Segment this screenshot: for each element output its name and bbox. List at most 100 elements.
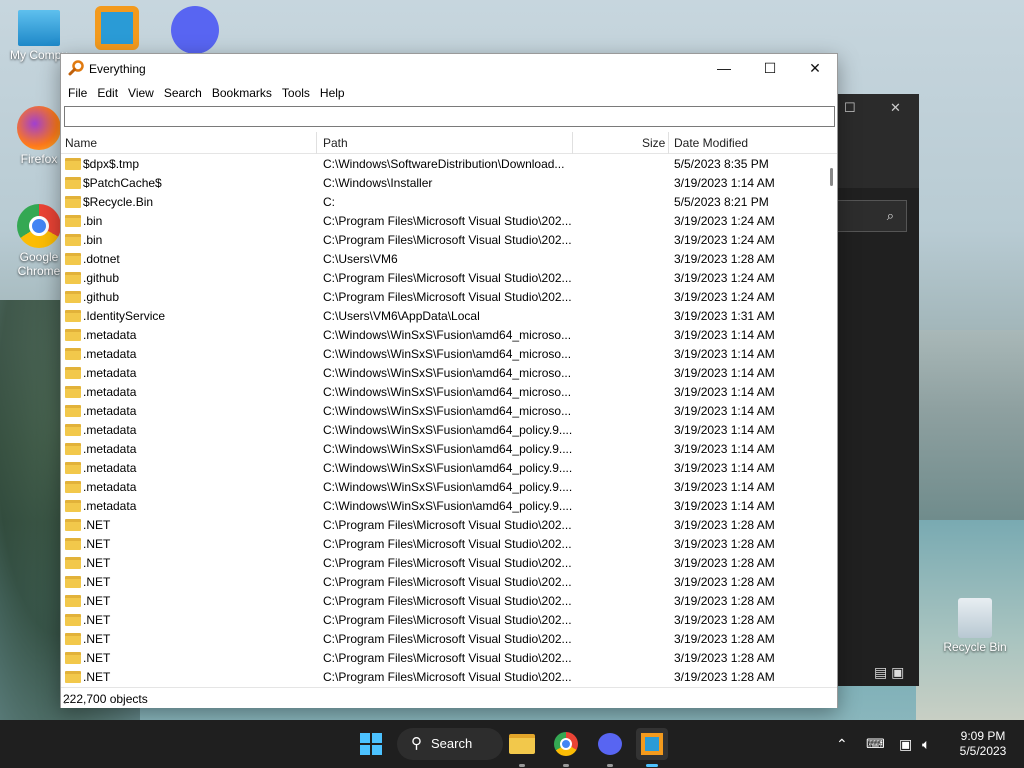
clock[interactable]: 9:09 PM 5/5/2023 (950, 729, 1016, 759)
desktop-icon-discord[interactable] (157, 6, 233, 56)
keyboard-icon[interactable]: ⌨ (866, 720, 885, 768)
row-date-modified: 3/19/2023 1:28 AM (674, 575, 775, 589)
table-row[interactable]: .metadata C:\Windows\WinSxS\Fusion\amd64_… (61, 459, 826, 478)
scrollbar-thumb[interactable] (830, 168, 833, 186)
minimize-button[interactable]: — (701, 54, 747, 83)
row-name: .NET (65, 554, 110, 573)
table-row[interactable]: .NET C:\Program Files\Microsoft Visual St… (61, 649, 826, 668)
folder-icon (65, 386, 81, 398)
taskbar-search-button[interactable]: ⚲ Search (397, 728, 503, 760)
table-row[interactable]: .IdentityService C:\Users\VM6\AppData\Loc… (61, 307, 826, 326)
row-date-modified: 3/19/2023 1:28 AM (674, 556, 775, 570)
vertical-scrollbar[interactable] (826, 154, 837, 687)
title-bar[interactable]: Everything — ☐ ✕ (61, 54, 837, 83)
vmware-taskbar-button[interactable] (636, 728, 668, 760)
row-date-modified: 3/19/2023 1:24 AM (674, 271, 775, 285)
network-icon[interactable]: ▣ (899, 720, 912, 768)
close-icon[interactable]: ✕ (890, 100, 901, 116)
background-window-titlebar: ☐ ✕ (836, 94, 919, 188)
table-row[interactable]: .metadata C:\Windows\WinSxS\Fusion\amd64_… (61, 364, 826, 383)
table-row[interactable]: .NET C:\Program Files\Microsoft Visual St… (61, 516, 826, 535)
table-row[interactable]: .bin C:\Program Files\Microsoft Visual St… (61, 212, 826, 231)
desktop-icon-label: Recycle Bin (943, 640, 1007, 654)
table-row[interactable]: .github C:\Program Files\Microsoft Visual… (61, 288, 826, 307)
table-row[interactable]: .metadata C:\Windows\WinSxS\Fusion\amd64_… (61, 326, 826, 345)
column-divider[interactable] (316, 132, 317, 154)
column-name[interactable]: Name (61, 132, 97, 154)
table-row[interactable]: .NET C:\Program Files\Microsoft Visual St… (61, 630, 826, 649)
row-name: .NET (65, 668, 110, 687)
close-button[interactable]: ✕ (792, 54, 838, 83)
table-row[interactable]: .metadata C:\Windows\WinSxS\Fusion\amd64_… (61, 345, 826, 364)
menu-file[interactable]: File (63, 83, 92, 105)
resize-grip-icon[interactable]: ⋰ (63, 692, 835, 706)
maximize-button[interactable]: ☐ (747, 54, 793, 83)
row-name: $dpx$.tmp (65, 155, 139, 174)
table-row[interactable]: .metadata C:\Windows\WinSxS\Fusion\amd64_… (61, 421, 826, 440)
folder-icon (65, 633, 81, 645)
row-name: $Recycle.Bin (65, 193, 153, 212)
discord-taskbar-button[interactable] (594, 728, 626, 760)
table-row[interactable]: .metadata C:\Windows\WinSxS\Fusion\amd64_… (61, 383, 826, 402)
row-name-text: .NET (83, 518, 111, 532)
maximize-icon[interactable]: ☐ (844, 100, 856, 116)
desktop-icon-recycle-bin[interactable]: Recycle Bin (937, 598, 1013, 654)
menu-bookmarks[interactable]: Bookmarks (207, 83, 277, 105)
view-toggle-icons[interactable]: ▤ ▣ (874, 664, 904, 681)
row-name: .metadata (65, 345, 136, 364)
search-icon: ⌕ (886, 208, 894, 223)
menu-view[interactable]: View (123, 83, 159, 105)
table-row[interactable]: .NET C:\Program Files\Microsoft Visual St… (61, 535, 826, 554)
menu-search[interactable]: Search (159, 83, 207, 105)
background-window[interactable]: ☐ ✕ ⌕ ▤ ▣ (836, 94, 919, 686)
column-date-modified[interactable]: Date Modified (670, 132, 748, 154)
folder-icon (65, 481, 81, 493)
row-date-modified: 3/19/2023 1:31 AM (674, 309, 775, 323)
table-row[interactable]: .dotnet C:\Users\VM6 3/19/2023 1:28 AM (61, 250, 826, 269)
status-bar: 222,700 objects ⋰ (61, 687, 837, 708)
row-date-modified: 3/19/2023 1:14 AM (674, 328, 775, 342)
results-list[interactable]: Name Path Size Date Modified $dpx$.tmp C:… (61, 132, 837, 687)
row-date-modified: 3/19/2023 1:14 AM (674, 499, 775, 513)
table-row[interactable]: .bin C:\Program Files\Microsoft Visual St… (61, 231, 826, 250)
table-row[interactable]: .NET C:\Program Files\Microsoft Visual St… (61, 592, 826, 611)
row-date-modified: 3/19/2023 1:24 AM (674, 214, 775, 228)
row-path: C:\Windows\Installer (323, 176, 433, 190)
volume-icon[interactable]: 🔈︎ (922, 720, 930, 768)
row-name: .NET (65, 649, 110, 668)
table-row[interactable]: $Recycle.Bin C: 5/5/2023 8:21 PM (61, 193, 826, 212)
row-name-text: .NET (83, 613, 111, 627)
vmware-icon (641, 733, 663, 755)
desktop-icon-vmware[interactable] (79, 6, 155, 52)
menu-edit[interactable]: Edit (92, 83, 123, 105)
folder-icon (65, 234, 81, 246)
table-row[interactable]: .metadata C:\Windows\WinSxS\Fusion\amd64_… (61, 497, 826, 516)
row-path: C:\Program Files\Microsoft Visual Studio… (323, 271, 572, 285)
table-row[interactable]: .NET C:\Program Files\Microsoft Visual St… (61, 573, 826, 592)
menu-help[interactable]: Help (315, 83, 350, 105)
column-path[interactable]: Path (319, 132, 348, 154)
column-size[interactable]: Size (638, 132, 665, 154)
column-divider[interactable] (668, 132, 669, 154)
table-row[interactable]: .NET C:\Program Files\Microsoft Visual St… (61, 554, 826, 573)
table-row[interactable]: .NET C:\Program Files\Microsoft Visual St… (61, 611, 826, 630)
table-row[interactable]: .github C:\Program Files\Microsoft Visual… (61, 269, 826, 288)
search-input[interactable] (64, 106, 835, 127)
table-row[interactable]: $PatchCache$ C:\Windows\Installer 3/19/202… (61, 174, 826, 193)
menu-bar: File Edit View Search Bookmarks Tools He… (61, 83, 837, 105)
chrome-taskbar-button[interactable] (550, 728, 582, 760)
column-divider[interactable] (572, 132, 573, 154)
table-row[interactable]: .NET C:\Program Files\Microsoft Visual St… (61, 668, 826, 687)
table-row[interactable]: $dpx$.tmp C:\Windows\SoftwareDistribution… (61, 155, 826, 174)
menu-tools[interactable]: Tools (277, 83, 315, 105)
monitor-icon (18, 10, 60, 46)
table-row[interactable]: .metadata C:\Windows\WinSxS\Fusion\amd64_… (61, 402, 826, 421)
table-row[interactable]: .metadata C:\Windows\WinSxS\Fusion\amd64_… (61, 478, 826, 497)
row-date-modified: 3/19/2023 1:24 AM (674, 290, 775, 304)
background-search-box[interactable]: ⌕ (836, 200, 907, 232)
chevron-up-icon[interactable]: ⌃ (836, 720, 848, 768)
table-row[interactable]: .metadata C:\Windows\WinSxS\Fusion\amd64_… (61, 440, 826, 459)
file-explorer-button[interactable] (506, 728, 538, 760)
row-path: C:\Program Files\Microsoft Visual Studio… (323, 556, 572, 570)
start-button[interactable] (355, 728, 387, 760)
